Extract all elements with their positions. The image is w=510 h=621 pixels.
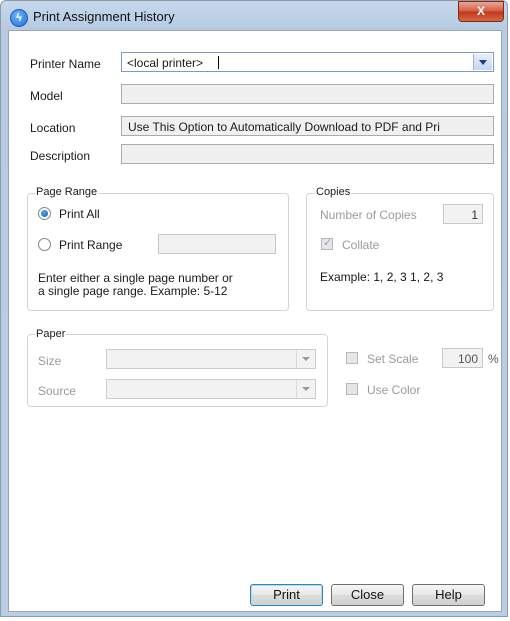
description-field (121, 144, 494, 164)
set-scale-checkbox[interactable] (346, 352, 358, 364)
number-of-copies-input[interactable]: 1 (443, 204, 483, 224)
paper-source-combobox[interactable] (106, 379, 316, 399)
print-all-radio[interactable] (38, 207, 51, 220)
page-range-input[interactable] (158, 234, 276, 254)
window-title: Print Assignment History (33, 9, 175, 24)
scale-input[interactable]: 100 (442, 348, 483, 368)
print-button[interactable]: Print (250, 584, 323, 606)
chevron-down-icon[interactable] (473, 54, 492, 70)
page-range-help-line2: a single page range. Example: 5-12 (38, 284, 228, 298)
window-close-button[interactable]: X (458, 1, 504, 22)
print-all-label[interactable]: Print All (59, 207, 100, 221)
paper-size-label: Size (38, 354, 62, 368)
number-of-copies-label: Number of Copies (320, 208, 417, 222)
print-range-label[interactable]: Print Range (59, 238, 122, 252)
set-scale-label: Set Scale (367, 352, 419, 366)
location-field: Use This Option to Automatically Downloa… (121, 116, 494, 136)
copies-example: Example: 1, 2, 3 1, 2, 3 (320, 270, 444, 284)
chevron-down-icon[interactable] (296, 350, 315, 368)
chevron-down-icon[interactable] (296, 380, 315, 398)
model-field (121, 84, 494, 104)
use-color-checkbox[interactable] (346, 383, 358, 395)
printer-name-value: <local printer> (127, 56, 204, 70)
printer-name-combobox[interactable]: <local printer> (121, 52, 494, 72)
help-button[interactable]: Help (412, 584, 485, 606)
printer-name-label: Printer Name (30, 57, 101, 71)
print-range-radio[interactable] (38, 238, 51, 251)
scale-unit: % (488, 352, 499, 366)
lightning-icon: ϟ (10, 9, 28, 27)
page-range-legend: Page Range (35, 186, 99, 198)
use-color-label: Use Color (367, 383, 421, 397)
collate-label: Collate (342, 238, 380, 252)
paper-size-combobox[interactable] (106, 349, 316, 369)
paper-source-label: Source (38, 384, 77, 398)
location-value: Use This Option to Automatically Downloa… (128, 120, 440, 134)
description-label: Description (30, 149, 91, 163)
close-button[interactable]: Close (331, 584, 404, 606)
copies-legend: Copies (315, 186, 352, 198)
text-caret (218, 56, 219, 69)
collate-checkbox[interactable] (321, 236, 333, 250)
page-range-help-line1: Enter either a single page number or (38, 271, 233, 285)
paper-legend: Paper (35, 328, 67, 340)
location-label: Location (30, 121, 76, 135)
model-label: Model (30, 89, 63, 103)
